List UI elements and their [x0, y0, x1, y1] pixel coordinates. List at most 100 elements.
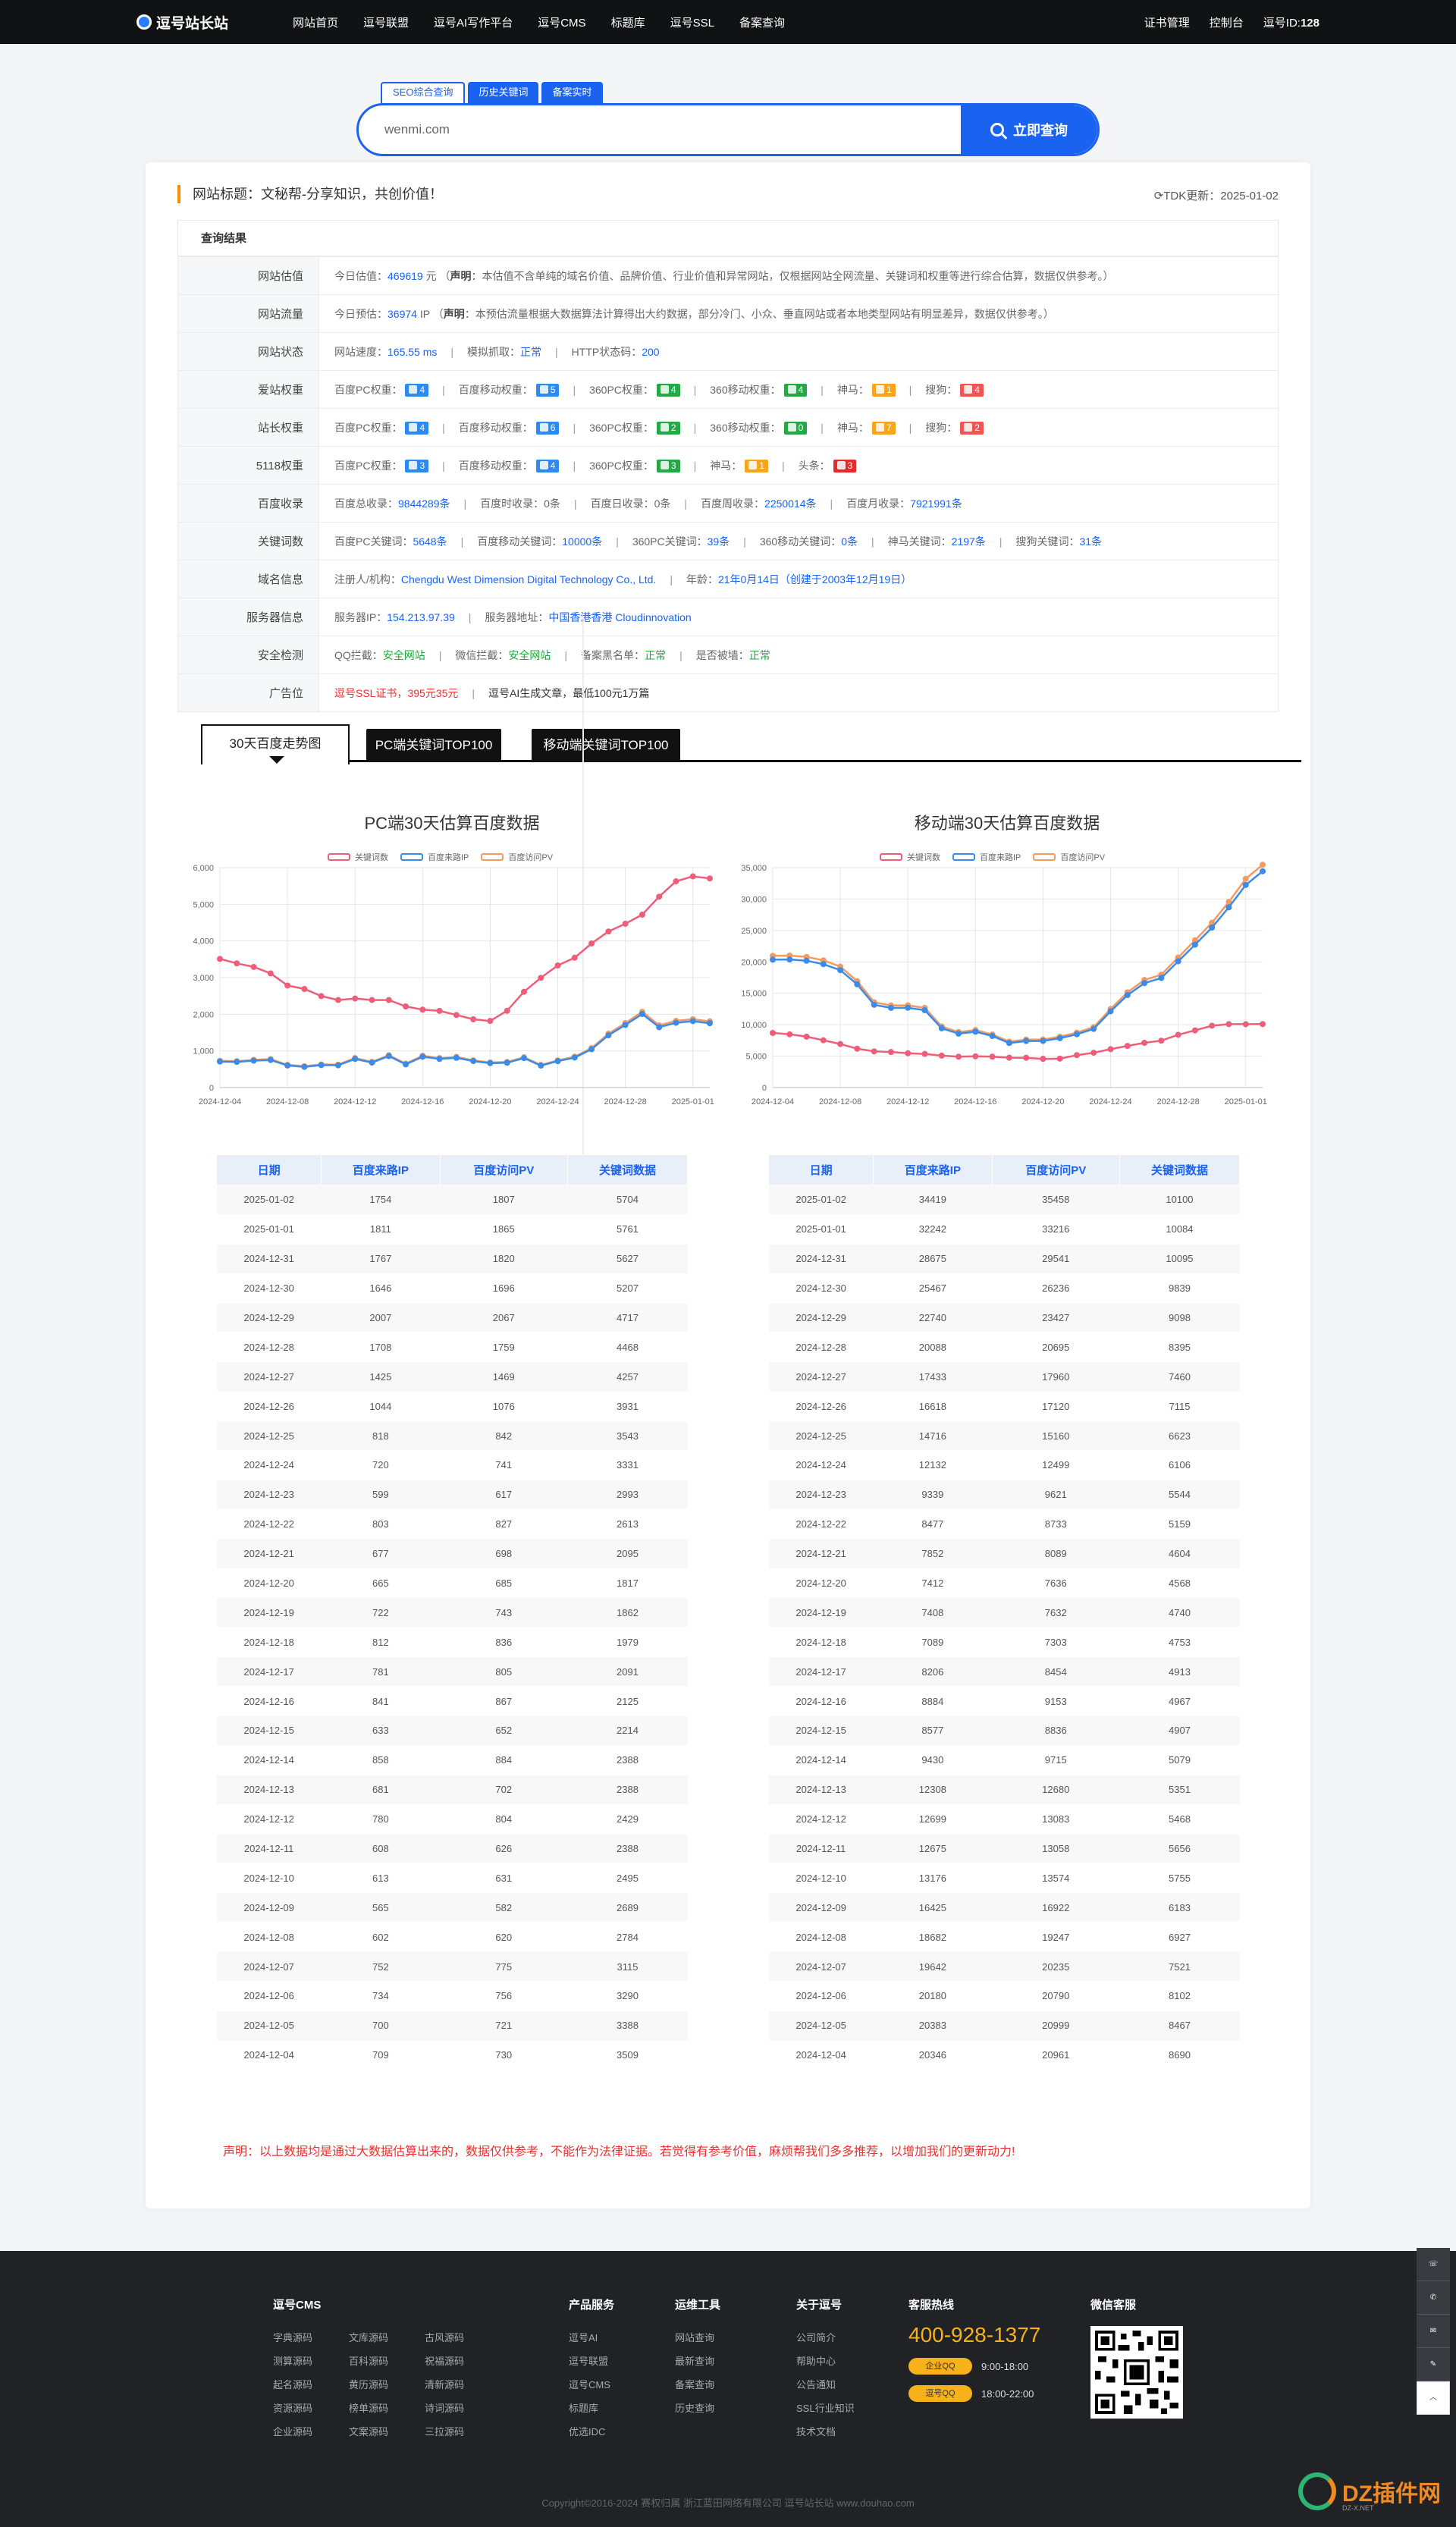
data-point[interactable]: [1141, 1040, 1148, 1047]
data-point[interactable]: [318, 993, 325, 1000]
data-point[interactable]: [1225, 1021, 1232, 1028]
data-point[interactable]: [1006, 1054, 1012, 1061]
footer-link[interactable]: 黄历源码: [349, 2373, 425, 2397]
footer-link[interactable]: 企业源码: [273, 2420, 349, 2444]
data-point[interactable]: [1124, 1043, 1131, 1050]
data-point[interactable]: [284, 1062, 291, 1069]
data-point[interactable]: [1242, 1021, 1249, 1028]
data-point[interactable]: [571, 1054, 578, 1061]
qq-button-douhao[interactable]: 逗号QQ: [908, 2385, 972, 2402]
nav-link-home[interactable]: 网站首页: [293, 14, 338, 30]
weight-badge[interactable]: 2: [960, 422, 984, 435]
data-point[interactable]: [470, 1016, 477, 1023]
data-point[interactable]: [301, 1063, 308, 1070]
data-point[interactable]: [837, 967, 844, 974]
data-point[interactable]: [436, 1056, 443, 1063]
nav-link-ssl[interactable]: 逗号SSL: [670, 14, 714, 30]
data-point[interactable]: [905, 1004, 912, 1011]
data-point[interactable]: [639, 1010, 645, 1017]
data-point[interactable]: [436, 1007, 443, 1014]
data-point[interactable]: [1023, 1054, 1030, 1061]
data-point[interactable]: [504, 1059, 510, 1066]
data-point[interactable]: [538, 975, 544, 981]
data-point[interactable]: [622, 1022, 629, 1028]
data-point[interactable]: [554, 962, 561, 969]
data-point[interactable]: [267, 970, 274, 977]
footer-link[interactable]: 诗词源码: [425, 2397, 500, 2420]
footer-link[interactable]: 清新源码: [425, 2373, 500, 2397]
data-point[interactable]: [385, 1053, 392, 1059]
data-point[interactable]: [605, 928, 612, 935]
data-point[interactable]: [453, 1054, 460, 1061]
tab-seo[interactable]: SEO综合查询: [381, 82, 466, 103]
data-point[interactable]: [1107, 1046, 1114, 1053]
data-point[interactable]: [588, 940, 595, 947]
data-point[interactable]: [554, 1058, 561, 1065]
hotline-phone[interactable]: 400-928-1377: [908, 2323, 1040, 2347]
data-point[interactable]: [334, 1062, 341, 1069]
data-point[interactable]: [1107, 1008, 1114, 1015]
nav-link-cms[interactable]: 逗号CMS: [538, 14, 585, 30]
data-point[interactable]: [369, 1059, 375, 1066]
footer-link[interactable]: 历史查询: [675, 2397, 720, 2420]
data-point[interactable]: [1209, 924, 1216, 931]
footer-link[interactable]: 三拉源码: [425, 2420, 500, 2444]
data-point[interactable]: [470, 1058, 477, 1065]
data-point[interactable]: [1242, 881, 1249, 888]
data-point[interactable]: [250, 963, 257, 970]
data-point[interactable]: [217, 1058, 223, 1065]
customer-service-icon[interactable]: ☏: [1417, 2248, 1450, 2281]
footer-link[interactable]: 起名源码: [273, 2373, 349, 2397]
data-point[interactable]: [1175, 958, 1181, 965]
data-point[interactable]: [453, 1012, 460, 1019]
data-point[interactable]: [403, 1003, 410, 1009]
search-button[interactable]: 立即查询: [961, 105, 1097, 154]
data-point[interactable]: [352, 995, 359, 1002]
ip-value[interactable]: 154.213.97.39: [387, 611, 455, 623]
footer-link[interactable]: 测算源码: [273, 2350, 349, 2373]
footer-link[interactable]: 文案源码: [349, 2420, 425, 2444]
weight-badge[interactable]: 4: [535, 460, 560, 473]
data-point[interactable]: [1023, 1037, 1030, 1044]
footer-link[interactable]: SSL行业知识: [796, 2397, 855, 2420]
weight-badge[interactable]: 4: [960, 384, 984, 397]
data-point[interactable]: [250, 1057, 257, 1064]
data-point[interactable]: [1073, 1031, 1080, 1037]
footer-link[interactable]: 逗号联盟: [569, 2350, 614, 2373]
data-point[interactable]: [820, 961, 827, 968]
org-value[interactable]: Chengdu West Dimension Digital Technolog…: [401, 573, 656, 585]
data-point[interactable]: [639, 912, 645, 918]
data-point[interactable]: [419, 1006, 426, 1013]
data-point[interactable]: [318, 1062, 325, 1069]
footer-link[interactable]: 公司简介: [796, 2326, 855, 2350]
data-point[interactable]: [854, 981, 861, 987]
data-point[interactable]: [770, 956, 776, 963]
footer-link[interactable]: 标题库: [569, 2397, 614, 2420]
data-point[interactable]: [1073, 1052, 1080, 1059]
data-point[interactable]: [887, 1004, 894, 1011]
footer-link[interactable]: 逗号CMS: [569, 2373, 614, 2397]
data-point[interactable]: [352, 1056, 359, 1063]
data-point[interactable]: [403, 1061, 410, 1068]
data-point[interactable]: [1056, 1055, 1063, 1062]
search-input[interactable]: [359, 105, 965, 154]
footer-link[interactable]: 备案查询: [675, 2373, 720, 2397]
data-point[interactable]: [887, 1049, 894, 1056]
data-point[interactable]: [803, 957, 810, 964]
footer-link[interactable]: 公告通知: [796, 2373, 855, 2397]
data-point[interactable]: [1191, 1027, 1198, 1034]
ad-ssl[interactable]: 逗号SSL证书，395元35元: [334, 687, 458, 699]
tab-mobile-top100[interactable]: 移动端关键词TOP100: [532, 729, 680, 762]
weight-badge[interactable]: 1: [871, 384, 896, 397]
weight-badge[interactable]: 0: [783, 422, 808, 435]
footer-link[interactable]: 优选IDC: [569, 2420, 614, 2444]
data-point[interactable]: [538, 1063, 544, 1069]
weight-badge[interactable]: 4: [656, 384, 680, 397]
data-point[interactable]: [284, 982, 291, 989]
footer-link[interactable]: 技术文档: [796, 2420, 855, 2444]
data-point[interactable]: [1040, 1056, 1046, 1063]
footer-link[interactable]: 古风源码: [425, 2326, 500, 2350]
footer-link[interactable]: 逗号AI: [569, 2326, 614, 2350]
feedback-icon[interactable]: ✎: [1417, 2348, 1450, 2381]
data-point[interactable]: [820, 1037, 827, 1044]
